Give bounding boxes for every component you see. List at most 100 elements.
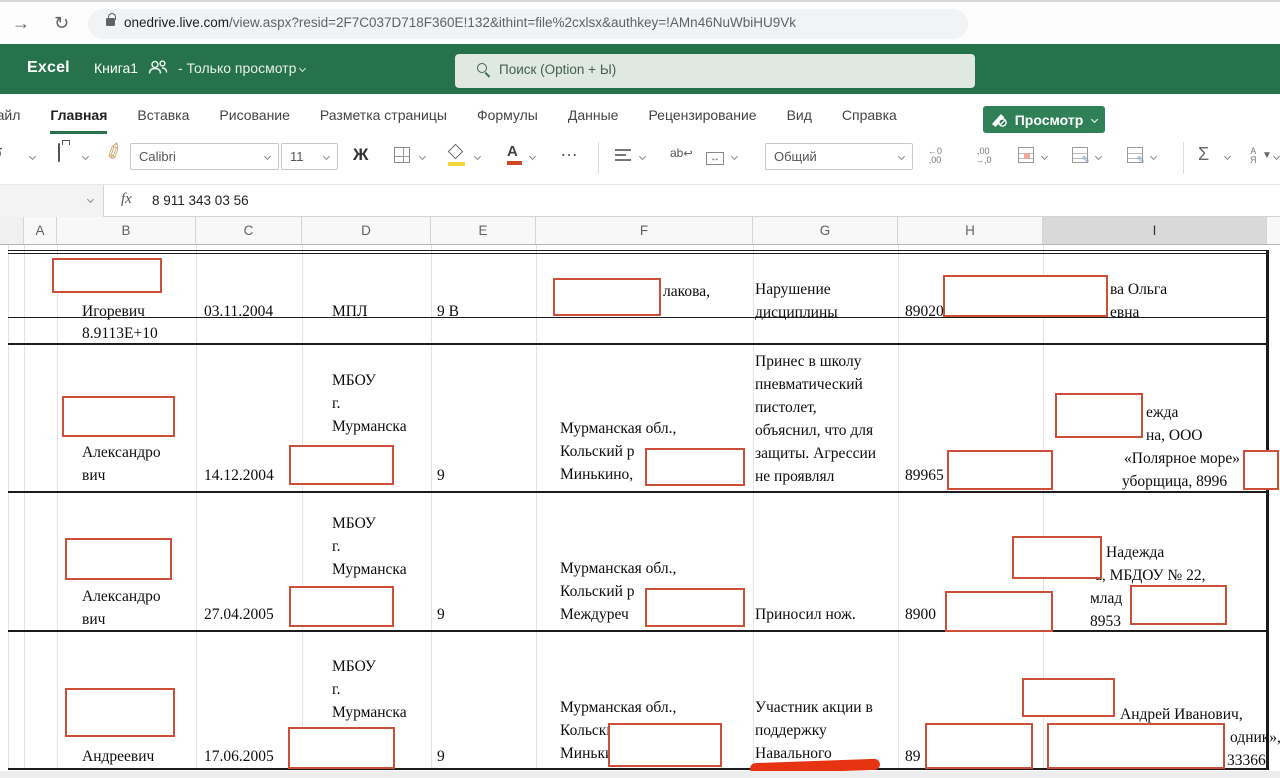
column-header-h[interactable]: H	[898, 217, 1043, 244]
column-header-g[interactable]: G	[753, 217, 898, 244]
cell-r3-c-birthdate[interactable]: 27.04.2005	[204, 603, 274, 626]
cell-r2-c-birthdate[interactable]: 14.12.2004	[204, 464, 274, 487]
cell-r4-d-school[interactable]: МБОУ г. Мурманска	[332, 655, 407, 724]
url-text[interactable]: onedrive.live.com/view.aspx?resid=2F7C03…	[124, 15, 796, 30]
column-header-c[interactable]: C	[196, 217, 302, 244]
cell-r3-i-parent-line4[interactable]: 8953	[1090, 610, 1121, 633]
decrease-decimal-icon[interactable]: ←0 ,00	[928, 147, 942, 165]
tab-home[interactable]: Главная	[50, 104, 107, 134]
cell-r3-d-school[interactable]: МБОУ г. Мурманска	[332, 512, 407, 581]
cell-r1-b-patronymic[interactable]: Игоревич	[82, 300, 145, 323]
bold-button[interactable]: Ж	[353, 145, 368, 165]
tab-view[interactable]: Вид	[787, 104, 812, 134]
borders-chevron-icon[interactable]	[419, 153, 426, 160]
forward-icon[interactable]: →	[12, 13, 30, 34]
cell-r1-i-parent[interactable]: ва Ольга евна	[1110, 278, 1167, 324]
format-painter-icon[interactable]: ✐	[102, 137, 129, 167]
cell-r1-d-school[interactable]: МПЛ	[332, 300, 368, 323]
tab-help[interactable]: Справка	[842, 104, 897, 134]
document-title[interactable]: Книга1	[94, 60, 138, 76]
increase-decimal-icon[interactable]: ,00 →,0	[975, 147, 992, 165]
paste-clipboard-icon[interactable]	[58, 144, 60, 162]
tab-insert[interactable]: Вставка	[137, 104, 189, 134]
cell-r3-g-incident[interactable]: Приносил нож.	[755, 603, 856, 626]
tab-formulas[interactable]: Формулы	[477, 104, 538, 134]
url-omnibox[interactable]: onedrive.live.com/view.aspx?resid=2F7C03…	[88, 9, 968, 39]
cell-r1-c-birthdate[interactable]: 03.11.2004	[204, 300, 273, 323]
fill-color-icon[interactable]	[448, 144, 463, 162]
more-options-icon[interactable]: …	[560, 140, 578, 161]
merge-chevron-icon[interactable]	[731, 153, 738, 160]
column-header-e[interactable]: E	[431, 217, 536, 244]
fill-color-chevron-icon[interactable]	[474, 153, 481, 160]
merge-cells-icon[interactable]: ↔	[706, 148, 724, 166]
font-color-chevron-icon[interactable]	[529, 153, 536, 160]
cell-r1-e-class[interactable]: 9 В	[437, 300, 459, 323]
align-icon[interactable]	[615, 148, 631, 167]
cell-r3-b-patronymic[interactable]: Александро вич	[82, 585, 161, 631]
cell-r2-e-class[interactable]: 9	[437, 464, 445, 487]
column-header-d[interactable]: D	[302, 217, 431, 244]
tab-review[interactable]: Рецензирование	[648, 104, 756, 134]
tab-page-layout[interactable]: Разметка страницы	[320, 104, 447, 134]
cell-r4-i-parent-line2[interactable]: одник»,	[1230, 726, 1280, 749]
wrap-text-icon[interactable]: ab↩	[670, 146, 693, 160]
format-as-table-chevron-icon[interactable]	[1041, 153, 1048, 160]
column-header-i-selected[interactable]: I	[1043, 217, 1267, 244]
paste-chevron-icon[interactable]	[82, 153, 89, 160]
column-header-a[interactable]: A	[24, 217, 57, 244]
autosum-icon[interactable]: Σ	[1198, 144, 1209, 165]
cell-r2-i-parent-line1[interactable]: ежда	[1146, 401, 1178, 424]
format-as-table-icon[interactable]	[1018, 147, 1034, 168]
select-all-corner[interactable]	[0, 217, 24, 244]
cell-r4-c-birthdate[interactable]: 17.06.2005	[204, 745, 274, 768]
cell-styles-icon[interactable]	[1127, 147, 1143, 168]
sort-chevron-icon[interactable]	[1273, 153, 1280, 160]
cell-r4-g-incident[interactable]: Участник акции в поддержку Навального	[755, 696, 873, 765]
align-chevron-icon[interactable]	[639, 153, 646, 160]
cell-r2-i-parent-line2[interactable]: на, ООО	[1146, 424, 1203, 447]
cell-r4-h-phone[interactable]: 89	[905, 745, 921, 768]
cell-r1-g-incident[interactable]: Нарушение дисциплины	[755, 278, 838, 324]
cell-r1b-phone-scientific[interactable]: 8.9113E+10	[82, 322, 158, 345]
autosum-chevron-icon[interactable]	[1224, 153, 1231, 160]
tab-draw[interactable]: Рисование	[219, 104, 290, 134]
cell-r4-e-class[interactable]: 9	[437, 745, 445, 768]
viewing-mode-button[interactable]: Просмотр	[983, 106, 1105, 133]
view-only-mode-label[interactable]: - Только просмотр	[178, 60, 305, 76]
font-name-select[interactable]: Calibri	[130, 143, 279, 170]
cell-r2-i-parent-line3[interactable]: «Полярное море»	[1124, 447, 1240, 470]
search-box[interactable]: Поиск (Option + Ы)	[455, 54, 975, 88]
cell-r4-i-parent-line3[interactable]: 33366	[1227, 749, 1266, 772]
number-format-select[interactable]: Общий	[765, 143, 913, 170]
cell-r3-e-class[interactable]: 9	[437, 603, 445, 626]
conditional-formatting-chevron-icon[interactable]	[1095, 153, 1102, 160]
formula-input[interactable]: 8 911 343 03 56	[152, 193, 249, 208]
cell-r3-i-parent-line1[interactable]: Надежда	[1106, 541, 1164, 564]
cell-r3-i-parent-line2[interactable]: а, МБДОУ № 22,	[1095, 564, 1206, 587]
font-size-select[interactable]: 11	[281, 143, 338, 170]
borders-icon[interactable]	[394, 147, 410, 168]
sort-filter-icon[interactable]: А Я	[1250, 147, 1257, 165]
cell-styles-chevron-icon[interactable]	[1150, 153, 1157, 160]
spreadsheet-grid[interactable]: Игоревич 03.11.2004 МПЛ 9 В лакова, Нару…	[0, 245, 1280, 778]
cell-r2-h-phone[interactable]: 89965	[905, 464, 944, 487]
name-box[interactable]	[0, 185, 104, 217]
undo-icon[interactable]: ↺	[0, 144, 3, 165]
font-color-icon[interactable]: А	[507, 143, 518, 160]
cell-r2-d-school[interactable]: МБОУ г. Мурманска	[332, 369, 407, 438]
cell-r2-i-parent-line4[interactable]: уборщица, 8996	[1122, 470, 1227, 493]
tab-data[interactable]: Данные	[568, 104, 619, 134]
cell-r2-b-patronymic[interactable]: Александро вич	[82, 441, 161, 487]
filter-funnel-icon[interactable]: ▼	[1262, 150, 1272, 161]
cell-r2-g-incident[interactable]: Принес в школу пневматический пистолет, …	[755, 350, 876, 488]
undo-chevron-icon[interactable]	[29, 153, 36, 160]
cell-r4-b-patronymic[interactable]: Андреевич	[82, 745, 154, 768]
column-header-b[interactable]: B	[57, 217, 196, 244]
cell-r1-h-phone[interactable]: 89020	[905, 300, 944, 323]
column-header-f[interactable]: F	[536, 217, 753, 244]
reload-icon[interactable]: ↻	[54, 13, 69, 34]
cell-r1-f-address[interactable]: лакова,	[663, 280, 710, 303]
cell-r3-h-phone[interactable]: 8900	[905, 603, 936, 626]
tab-file[interactable]: Файл	[0, 104, 20, 134]
